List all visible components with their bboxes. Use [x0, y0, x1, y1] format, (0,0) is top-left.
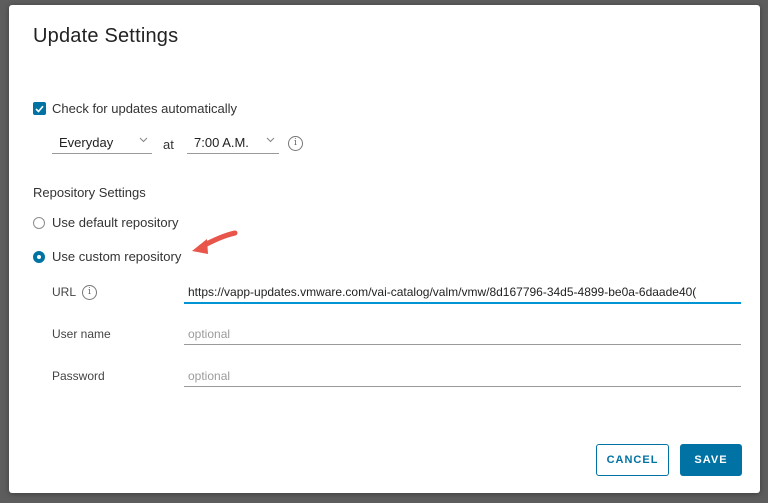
password-label: Password — [52, 369, 105, 383]
password-input[interactable]: optional — [184, 366, 741, 387]
default-repository-radio[interactable] — [33, 216, 45, 229]
username-placeholder: optional — [188, 327, 231, 341]
cancel-button[interactable]: CANCEL — [596, 444, 669, 476]
url-value: https://vapp-updates.vmware.com/vai-cata… — [188, 285, 697, 299]
chevron-down-icon — [266, 137, 275, 143]
info-icon[interactable]: i — [288, 136, 303, 151]
url-label: URL — [52, 285, 76, 299]
url-label-text: URL — [52, 285, 77, 299]
url-input[interactable]: https://vapp-updates.vmware.com/vai-cata… — [184, 282, 741, 304]
password-placeholder: optional — [188, 369, 231, 383]
info-icon[interactable]: i — [82, 285, 97, 300]
username-label: User name — [52, 327, 111, 341]
time-value: 7:00 A.M. — [194, 134, 249, 150]
frequency-select[interactable]: Everyday — [52, 131, 152, 154]
chevron-down-icon — [139, 137, 148, 143]
default-repository-label: Use default repository — [52, 215, 179, 230]
save-button[interactable]: SAVE — [680, 444, 742, 476]
custom-repository-option[interactable]: Use custom repository — [33, 249, 181, 264]
at-label: at — [163, 137, 174, 152]
repository-settings-heading: Repository Settings — [33, 185, 146, 200]
default-repository-option[interactable]: Use default repository — [33, 215, 178, 230]
custom-repository-label: Use custom repository — [52, 249, 182, 264]
dialog-title: Update Settings — [33, 25, 179, 47]
auto-check-checkbox[interactable] — [33, 102, 46, 115]
checkmark-icon — [35, 105, 44, 113]
custom-repository-radio[interactable] — [33, 250, 45, 263]
auto-check-label: Check for updates automatically — [52, 101, 237, 116]
frequency-value: Everyday — [59, 134, 114, 150]
update-settings-dialog: Update Settings Check for updates automa… — [9, 5, 760, 493]
red-pointer-arrow-icon — [192, 230, 238, 254]
time-select[interactable]: 7:00 A.M. — [187, 131, 279, 154]
auto-check-row[interactable]: Check for updates automatically — [33, 101, 237, 116]
username-input[interactable]: optional — [184, 324, 741, 345]
